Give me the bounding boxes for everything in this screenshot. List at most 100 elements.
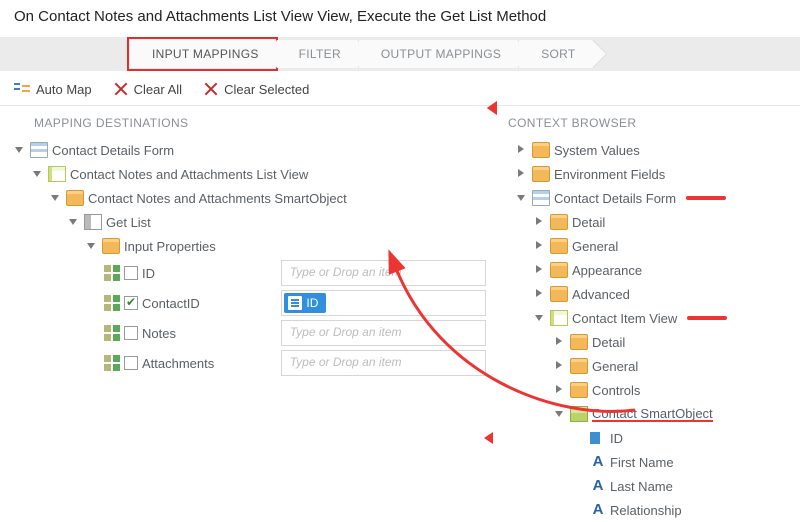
method-icon	[84, 214, 102, 230]
breadcrumb-input-mappings[interactable]: INPUT MAPPINGS	[130, 40, 275, 68]
clear-all-icon	[114, 82, 128, 96]
clear-selected-icon	[204, 82, 218, 96]
twisty-icon[interactable]	[534, 312, 546, 324]
twisty-icon[interactable]	[516, 144, 528, 156]
view-icon	[550, 310, 568, 326]
property-checkbox[interactable]	[124, 266, 138, 280]
input-row-notes: Notes Type or Drop an item	[104, 318, 486, 348]
context-item-appearance[interactable]: Appearance	[500, 258, 792, 282]
context-item-last-name[interactable]: A Last Name	[500, 474, 792, 498]
twisty-icon[interactable]	[554, 384, 566, 396]
annotation-arrow-icon	[686, 196, 726, 200]
property-checkbox[interactable]	[124, 296, 138, 310]
twisty-icon[interactable]	[86, 240, 98, 252]
drop-target-id[interactable]: Type or Drop an item	[281, 260, 486, 286]
context-item-general[interactable]: General	[500, 234, 792, 258]
clear-selected-label: Clear Selected	[224, 82, 309, 97]
context-label: Relationship	[610, 503, 682, 518]
annotation-arrow-icon	[687, 316, 727, 320]
field-icon	[590, 430, 606, 446]
context-item-id[interactable]: ID	[500, 426, 792, 450]
context-item-contact-item-view[interactable]: Contact Item View	[500, 306, 792, 330]
context-label: First Name	[610, 455, 674, 470]
breadcrumb-output-mappings[interactable]: OUTPUT MAPPINGS	[359, 40, 517, 68]
property-label: Notes	[142, 326, 176, 341]
twisty-icon[interactable]	[534, 216, 546, 228]
field-icon	[288, 296, 302, 310]
clear-selected-button[interactable]: Clear Selected	[204, 82, 309, 97]
input-row-contactid: ContactIDID	[104, 288, 486, 318]
twisty-icon[interactable]	[14, 144, 26, 156]
input-row-attachments: AttachmentsType or Drop an item	[104, 348, 486, 378]
folder-icon	[570, 382, 588, 398]
tree-row-smartobject[interactable]: Contact Notes and Attachments SmartObjec…	[10, 186, 486, 210]
context-label: Contact SmartObject	[592, 406, 713, 422]
context-item-contact-smartobject[interactable]: Contact SmartObject	[500, 402, 792, 426]
breadcrumb: INPUT MAPPINGSFILTEROUTPUT MAPPINGSSORT	[0, 37, 800, 71]
twisty-icon[interactable]	[50, 192, 62, 204]
drop-target-attachments[interactable]: Type or Drop an item	[281, 350, 486, 376]
twisty-icon[interactable]	[516, 192, 528, 204]
twisty-icon[interactable]	[534, 264, 546, 276]
annotation-arrow-icon	[484, 432, 493, 444]
folder-icon	[550, 286, 568, 302]
folder-icon	[550, 214, 568, 230]
folder-icon	[532, 166, 550, 182]
context-label: Environment Fields	[554, 167, 665, 182]
mapping-destinations-header: MAPPING DESTINATIONS	[10, 112, 486, 138]
property-icon	[104, 265, 120, 281]
twisty-icon[interactable]	[554, 336, 566, 348]
context-item-detail[interactable]: Detail	[500, 330, 792, 354]
property-label: ID	[142, 266, 155, 281]
form-icon	[30, 142, 48, 158]
context-label: Last Name	[610, 479, 673, 494]
context-item-first-name[interactable]: A First Name	[500, 450, 792, 474]
mapped-chip[interactable]: ID	[284, 293, 326, 313]
context-item-contact-details-form[interactable]: Contact Details Form	[500, 186, 792, 210]
context-tree: System Values Environment Fields Contact…	[500, 138, 792, 522]
twisty-icon[interactable]	[32, 168, 44, 180]
page-title: On Contact Notes and Attachments List Vi…	[0, 0, 800, 37]
twisty-icon[interactable]	[554, 408, 566, 420]
property-checkbox[interactable]	[124, 326, 138, 340]
context-item-advanced[interactable]: Advanced	[500, 282, 792, 306]
form-label: Contact Details Form	[52, 143, 174, 158]
folder-icon	[66, 190, 84, 206]
clear-all-button[interactable]: Clear All	[114, 82, 182, 97]
context-label: General	[572, 239, 618, 254]
tree-row-form[interactable]: Contact Details Form	[10, 138, 486, 162]
context-item-detail[interactable]: Detail	[500, 210, 792, 234]
context-label: Controls	[592, 383, 640, 398]
twisty-icon[interactable]	[534, 240, 546, 252]
folder-icon	[570, 334, 588, 350]
context-item-general[interactable]: General	[500, 354, 792, 378]
tree-row-inputs[interactable]: Input Properties	[10, 234, 486, 258]
twisty-icon[interactable]	[534, 288, 546, 300]
drop-target-contactid[interactable]: ID	[281, 290, 486, 316]
auto-map-button[interactable]: Auto Map	[14, 81, 92, 97]
inputs-label: Input Properties	[124, 239, 216, 254]
text-field-icon: A	[590, 454, 606, 470]
smartobject-icon	[570, 406, 588, 422]
context-item-controls[interactable]: Controls	[500, 378, 792, 402]
tree-row-method[interactable]: Get List	[10, 210, 486, 234]
context-item-relationship[interactable]: A Relationship	[500, 498, 792, 522]
twisty-icon[interactable]	[554, 360, 566, 372]
context-label: Contact Details Form	[554, 191, 676, 206]
context-item-environment-fields[interactable]: Environment Fields	[500, 162, 792, 186]
clear-all-label: Clear All	[134, 82, 182, 97]
folder-icon	[550, 238, 568, 254]
toolbar: Auto Map Clear All Clear Selected	[0, 71, 800, 106]
context-label: General	[592, 359, 638, 374]
drop-target-notes[interactable]: Type or Drop an item	[281, 320, 486, 346]
context-label: System Values	[554, 143, 640, 158]
property-checkbox[interactable]	[124, 356, 138, 370]
twisty-icon[interactable]	[516, 168, 528, 180]
context-item-system-values[interactable]: System Values	[500, 138, 792, 162]
breadcrumb-filter[interactable]: FILTER	[277, 40, 357, 68]
tree-row-view[interactable]: Contact Notes and Attachments List View	[10, 162, 486, 186]
breadcrumb-sort[interactable]: SORT	[519, 40, 591, 68]
context-label: ID	[610, 431, 623, 446]
folder-icon	[570, 358, 588, 374]
twisty-icon[interactable]	[68, 216, 80, 228]
